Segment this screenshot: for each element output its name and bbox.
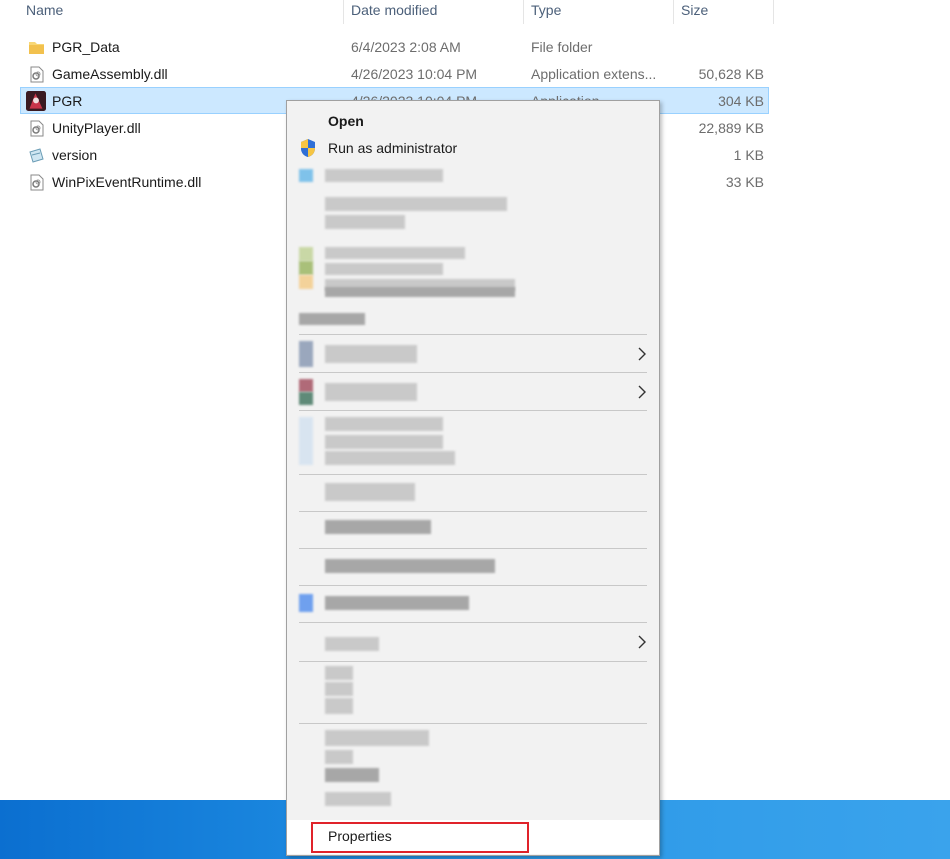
dll-file-icon (30, 120, 44, 137)
file-size: 33 KB (725, 174, 764, 190)
dll-file-icon (30, 174, 44, 191)
menu-separator (299, 511, 647, 512)
obscured-menu-item[interactable] (287, 193, 659, 233)
obscured-menu-item[interactable] (287, 514, 659, 546)
obscured-menu-item[interactable] (287, 413, 659, 471)
file-name: version (52, 147, 98, 163)
menu-separator (299, 410, 647, 411)
column-size-header[interactable]: Size (675, 0, 773, 26)
obscured-submenu-item[interactable] (287, 375, 659, 409)
file-date: 4/26/2023 10:04 PM (351, 66, 478, 82)
menu-item-open[interactable]: Open (287, 108, 659, 134)
menu-separator (299, 372, 647, 373)
file-size: 50,628 KB (698, 66, 764, 82)
obscured-menu-item[interactable] (287, 163, 659, 187)
file-size: 22,889 KB (698, 120, 764, 136)
menu-separator (299, 334, 647, 335)
chevron-right-icon (638, 385, 646, 399)
file-size: 304 KB (718, 93, 764, 109)
file-type: Application extens... (531, 66, 657, 82)
column-header: Name Date modified Type Size (0, 0, 775, 26)
column-name-header[interactable]: Name (20, 0, 343, 26)
context-menu: Open Run as administrator Properties (286, 100, 660, 856)
menu-separator (299, 622, 647, 623)
obscured-menu-item[interactable] (287, 726, 659, 816)
file-name: WinPixEventRuntime.dll (52, 174, 202, 190)
file-type: File folder (531, 39, 593, 55)
file-row[interactable]: PGR_Data 6/4/2023 2:08 AM File folder (20, 34, 769, 61)
file-name: UnityPlayer.dll (52, 120, 141, 136)
menu-separator (299, 585, 647, 586)
file-name: GameAssembly.dll (52, 66, 168, 82)
obscured-menu-item[interactable] (287, 588, 659, 620)
column-date-header[interactable]: Date modified (345, 0, 523, 26)
chevron-right-icon (638, 635, 646, 649)
obscured-submenu-item[interactable] (287, 337, 659, 371)
menu-separator (299, 474, 647, 475)
menu-item-label: Run as administrator (328, 140, 458, 156)
obscured-menu-item[interactable] (287, 477, 659, 509)
dll-file-icon (30, 66, 44, 83)
menu-separator (299, 723, 647, 724)
file-size: 1 KB (733, 147, 764, 163)
column-divider[interactable] (673, 0, 674, 24)
file-date: 6/4/2023 2:08 AM (351, 39, 461, 55)
obscured-menu-item[interactable] (287, 664, 659, 722)
menu-separator (299, 661, 647, 662)
generic-file-icon (29, 148, 44, 163)
obscured-menu-item[interactable] (287, 241, 659, 331)
obscured-menu-item[interactable] (287, 551, 659, 583)
app-icon (26, 91, 46, 111)
column-divider[interactable] (773, 0, 774, 24)
file-name: PGR (52, 93, 83, 109)
menu-item-label: Open (328, 113, 364, 129)
highlight-box (311, 822, 529, 853)
menu-item-run-as-admin[interactable]: Run as administrator (287, 135, 659, 161)
shield-icon (301, 139, 315, 157)
file-row[interactable]: GameAssembly.dll 4/26/2023 10:04 PM Appl… (20, 61, 769, 88)
file-name: PGR_Data (52, 39, 120, 55)
folder-icon (29, 42, 44, 54)
chevron-right-icon (638, 347, 646, 361)
obscured-submenu-item[interactable] (287, 625, 659, 659)
column-divider[interactable] (343, 0, 344, 24)
menu-separator (299, 548, 647, 549)
column-type-header[interactable]: Type (525, 0, 673, 26)
column-divider[interactable] (523, 0, 524, 24)
